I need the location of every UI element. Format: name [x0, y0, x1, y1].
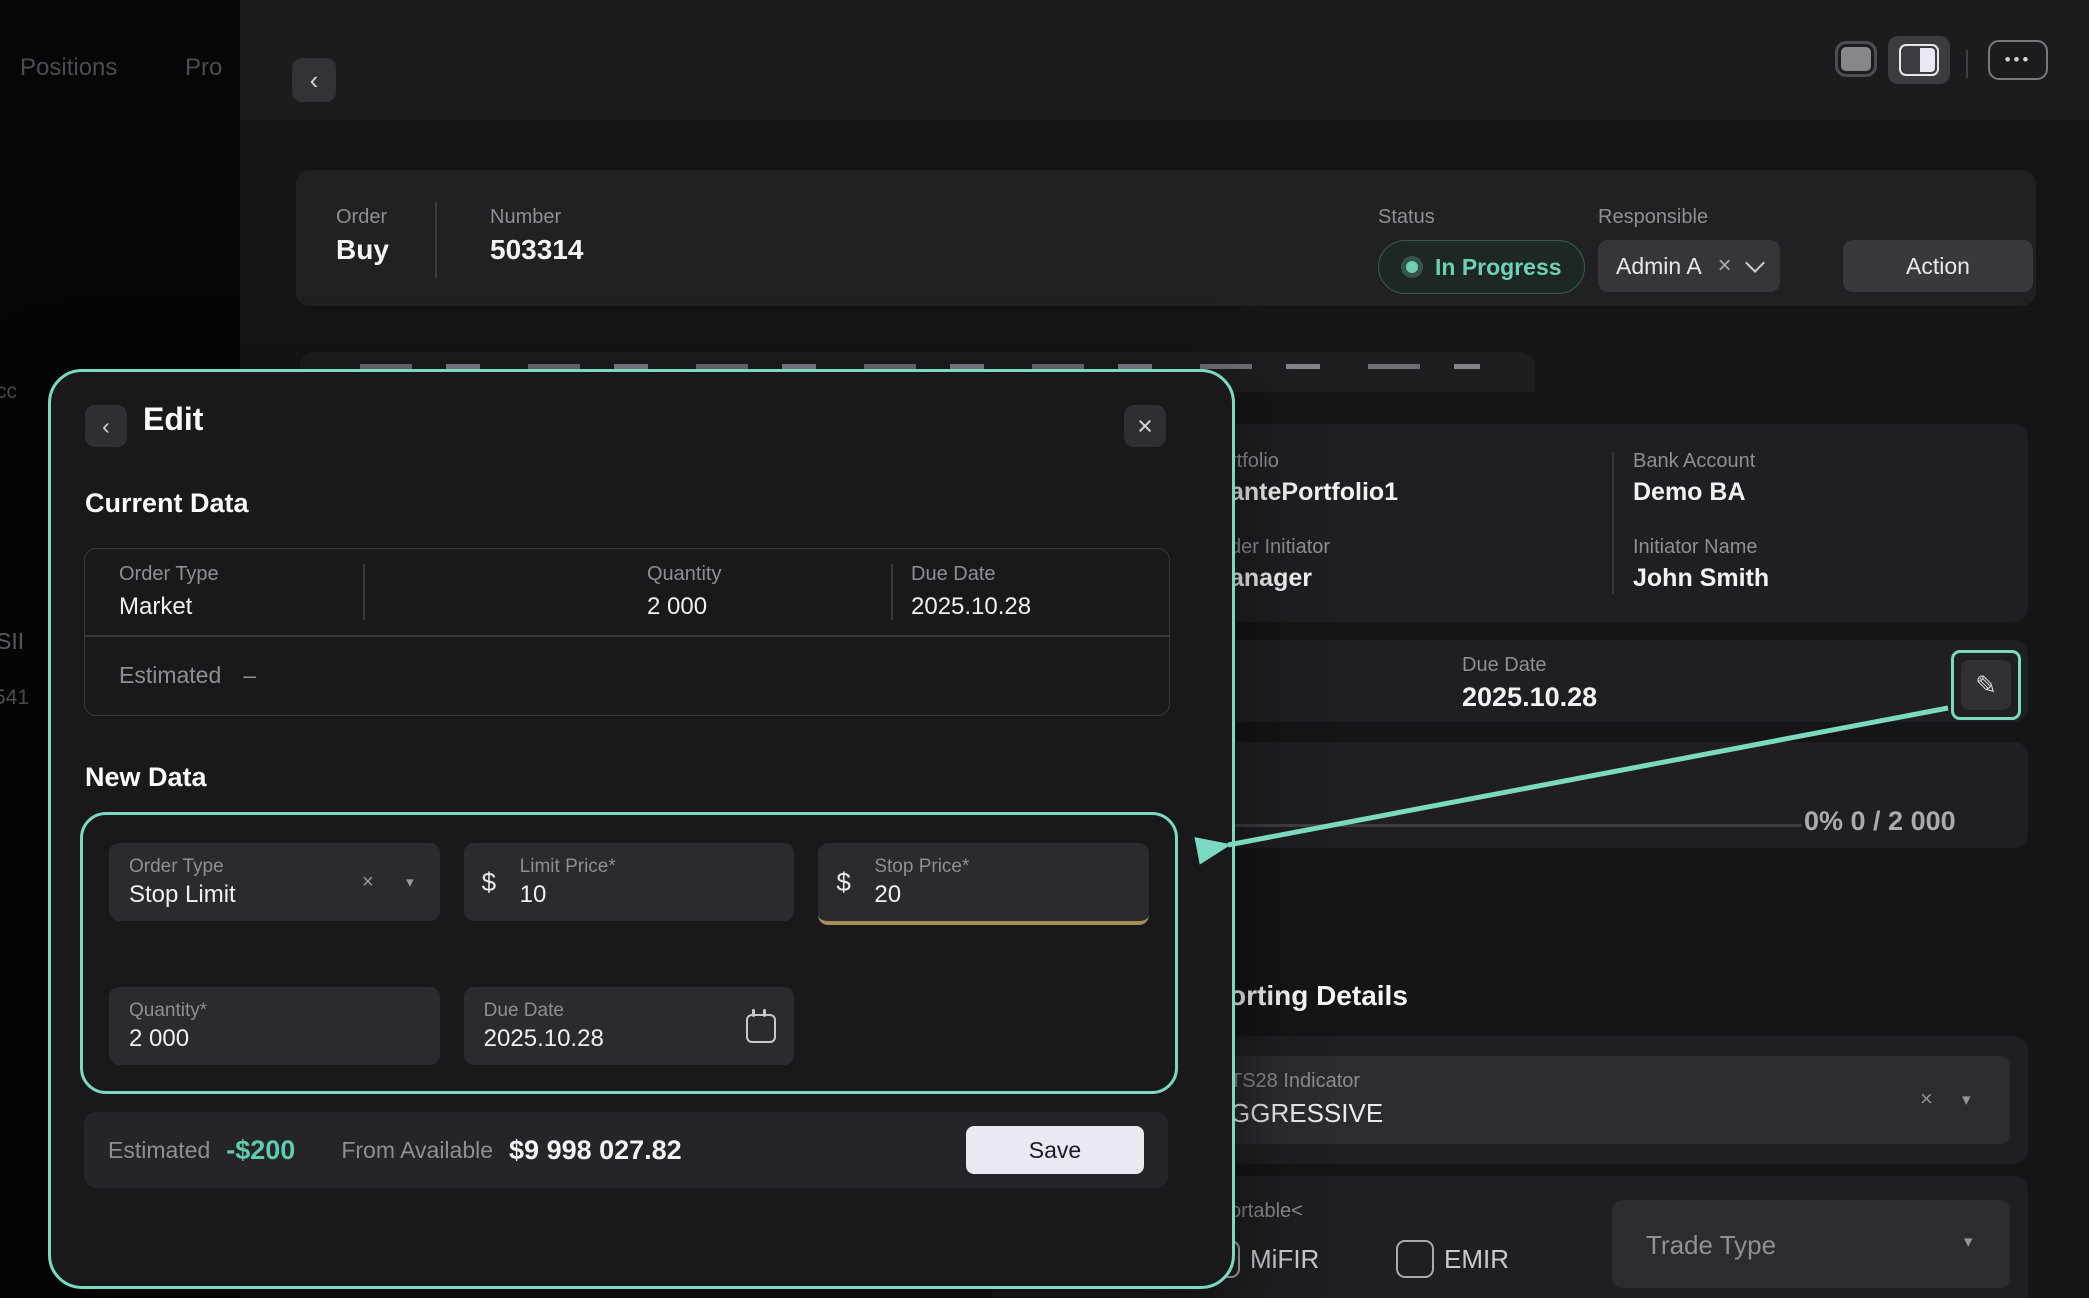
due-date-input[interactable]: Due Date 2025.10.28	[464, 987, 795, 1065]
card-view-toggle-button[interactable]	[1838, 44, 1874, 74]
action-button[interactable]: Action	[1843, 240, 2033, 292]
emir-checkbox[interactable]	[1396, 1240, 1434, 1278]
bank-account-label: Bank Account	[1633, 450, 1755, 473]
trade-type-dropdown-icon[interactable]: ▾	[1964, 1232, 1973, 1252]
estimated-label: Estimated	[108, 1137, 210, 1164]
chevron-left-icon: ‹	[102, 415, 110, 438]
order-number-label: Number	[490, 206, 561, 229]
rts28-indicator-label: TS28 Indicator	[1230, 1070, 1360, 1093]
pencil-icon: ✎	[1975, 670, 1997, 701]
current-quantity: Quantity 2 000	[365, 563, 891, 621]
close-icon: ×	[1137, 411, 1153, 442]
dollar-prefix: $	[836, 867, 850, 898]
drawer-topbar	[240, 0, 2089, 120]
portfolio-label: rtfolio	[1230, 450, 1279, 473]
portfolio-value: antePortfolio1	[1230, 478, 1398, 507]
order-label: Order	[336, 206, 387, 229]
edit-button-highlight: ✎	[1951, 650, 2021, 720]
sidebar-text-fragment: cc	[0, 380, 17, 404]
clear-rts28-icon[interactable]: ×	[1920, 1088, 1933, 1110]
current-data-heading: Current Data	[85, 488, 249, 519]
modal-footer: Estimated -$200 From Available $9 998 02…	[84, 1112, 1168, 1188]
emir-checkbox-label: EMIR	[1444, 1244, 1509, 1275]
order-number-value: 503314	[490, 234, 583, 266]
responsible-value: Admin A	[1616, 253, 1702, 280]
status-badge: In Progress	[1378, 240, 1585, 294]
clear-order-type-icon[interactable]: ×	[362, 871, 374, 894]
toolbar-divider	[1966, 50, 1968, 78]
current-estimated-row: Estimated –	[85, 637, 1169, 716]
header-divider	[435, 202, 437, 278]
estimated-value: -$200	[226, 1135, 295, 1166]
app-window: Positions Pro cc SII 541 ‹ ••• Order Buy…	[0, 0, 2089, 1298]
status-label: Status	[1378, 206, 1435, 229]
stop-price-input[interactable]: $ Stop Price* 20	[818, 843, 1149, 925]
trade-type-placeholder: Trade Type	[1646, 1230, 1776, 1261]
progress-text: 0% 0 / 2 000	[1804, 806, 1956, 837]
initiator-name-value: John Smith	[1633, 564, 1769, 593]
split-view-icon	[1899, 44, 1939, 76]
order-type-dropdown-icon[interactable]: ▾	[406, 873, 414, 891]
rts28-indicator-value: GGRESSIVE	[1230, 1098, 1383, 1129]
modal-back-button[interactable]: ‹	[85, 405, 127, 447]
from-available-label: From Available	[341, 1137, 493, 1164]
chevron-down-icon[interactable]	[1745, 253, 1765, 273]
rts28-dropdown-icon[interactable]: ▾	[1962, 1090, 1971, 1110]
reporting-details-heading: orting Details	[1229, 980, 1408, 1012]
status-dot-icon	[1401, 256, 1423, 278]
from-available-value: $9 998 027.82	[509, 1135, 682, 1166]
nav-item-products[interactable]: Pro	[185, 54, 222, 82]
edit-due-date-button[interactable]: ✎	[1961, 660, 2011, 710]
order-initiator-value: anager	[1230, 564, 1312, 593]
ellipsis-icon: •••	[2005, 50, 2032, 70]
current-due-date: Due Date 2025.10.28	[893, 563, 1169, 621]
mifir-checkbox-label: MiFIR	[1250, 1244, 1319, 1275]
current-order-type: Order Type Market	[85, 563, 363, 621]
sidebar-text-fragment: SII	[0, 628, 24, 655]
modal-close-button[interactable]: ×	[1124, 405, 1166, 447]
split-view-toggle-button[interactable]	[1888, 36, 1950, 84]
modal-title: Edit	[143, 401, 203, 438]
order-type-select[interactable]: Order Type Stop Limit × ▾	[109, 843, 440, 921]
initiator-name-label: Initiator Name	[1633, 536, 1758, 559]
panel-due-date-value: 2025.10.28	[1462, 682, 1597, 713]
order-side-value: Buy	[336, 234, 389, 266]
new-data-group: Order Type Stop Limit × ▾ $ Limit Price*…	[80, 812, 1178, 1094]
chevron-left-icon: ‹	[310, 67, 319, 93]
status-badge-text: In Progress	[1435, 254, 1562, 281]
drawer-back-button[interactable]: ‹	[292, 58, 336, 102]
sidebar-text-fragment: 541	[0, 686, 29, 710]
info-card-divider	[1612, 452, 1614, 594]
new-data-heading: New Data	[85, 762, 207, 793]
order-initiator-label: der Initiator	[1230, 536, 1330, 559]
limit-price-input[interactable]: $ Limit Price* 10	[464, 843, 795, 921]
responsible-label: Responsible	[1598, 206, 1708, 229]
nav-item-positions[interactable]: Positions	[20, 54, 117, 82]
responsible-select[interactable]: Admin A ×	[1598, 240, 1780, 292]
current-estimated-label: Estimated	[119, 662, 221, 689]
reportable-label: ortable<	[1230, 1200, 1303, 1223]
clear-responsible-icon[interactable]: ×	[1718, 254, 1732, 278]
current-estimated-value: –	[243, 662, 256, 689]
bank-account-value: Demo BA	[1633, 478, 1746, 507]
progress-track	[1232, 824, 1802, 827]
current-data-card: Order Type Market Quantity 2 000 Due Dat…	[84, 548, 1170, 716]
panel-due-date-label: Due Date	[1462, 654, 1547, 677]
more-options-button[interactable]: •••	[1988, 40, 2048, 80]
calendar-icon[interactable]	[746, 1009, 776, 1041]
save-button[interactable]: Save	[966, 1126, 1144, 1174]
quantity-input[interactable]: Quantity* 2 000	[109, 987, 440, 1065]
dollar-prefix: $	[482, 867, 496, 898]
